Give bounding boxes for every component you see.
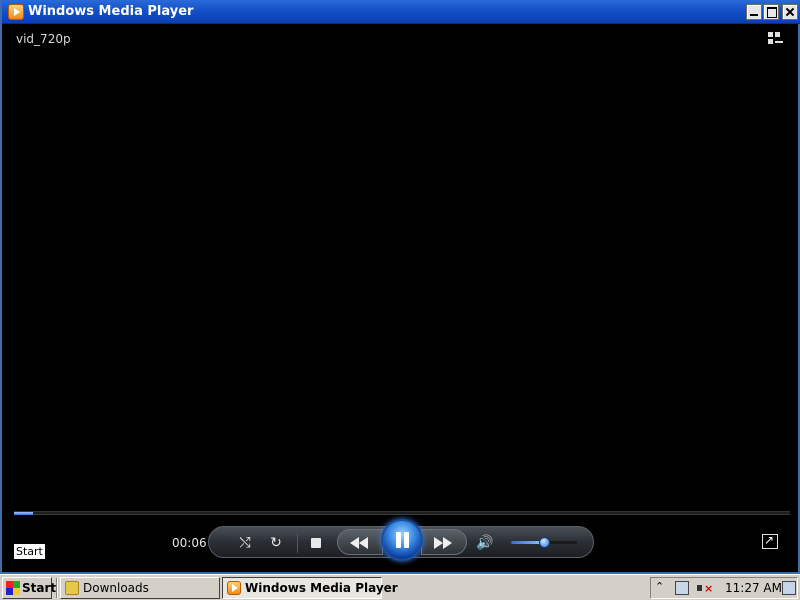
show-hidden-icons-icon[interactable]: ⌃ [655,580,664,593]
volume-knob[interactable] [539,537,550,548]
system-tray: ⌃ 11:27 AM [650,577,798,599]
title-bar[interactable]: Windows Media Player [2,0,800,24]
taskbar-item-label: Downloads [83,581,149,595]
speaker-icon[interactable]: 🔊 [475,531,495,555]
show-desktop-icon[interactable] [782,581,796,595]
stop-button[interactable] [307,531,325,555]
pause-button[interactable] [381,519,423,561]
fullscreen-icon[interactable] [762,533,778,549]
playback-controls: ⤭ ↻ 🔊 [208,519,594,561]
start-button-label: Start [22,581,57,595]
media-player-icon [8,4,24,20]
repeat-icon[interactable]: ↻ [265,531,287,555]
rewind-icon [350,537,359,549]
taskbar-item-label: Windows Media Player [245,581,398,595]
taskbar-item-downloads[interactable]: Downloads [60,577,220,599]
previous-button[interactable] [337,529,383,555]
volume-muted-icon[interactable] [697,581,713,595]
shuffle-icon[interactable]: ⤭ [234,531,256,555]
windows-flag-icon [6,581,20,595]
media-player-icon [227,581,241,595]
close-button[interactable] [782,4,798,20]
clock[interactable]: 11:27 AM [725,581,782,595]
volume-slider[interactable] [511,537,577,548]
pause-icon [396,532,401,548]
seek-progress [14,512,33,515]
taskbar-item-media-player[interactable]: Windows Media Player [222,577,398,599]
next-button[interactable] [421,529,467,555]
elapsed-time: 00:06 [172,536,207,550]
fast-forward-icon [434,537,443,549]
taskbar: Start Downloads Windows Media Player ⌃ 1… [0,574,800,600]
switch-to-library-icon[interactable] [768,32,786,48]
media-player-window: Windows Media Player vid_720p Start 00:0… [0,0,800,574]
folder-icon [65,581,79,595]
divider [297,533,298,553]
window-title: Windows Media Player [28,4,194,19]
maximize-button[interactable] [763,4,779,20]
taskbar-separator [56,578,58,598]
seek-bar[interactable] [14,511,790,515]
video-area[interactable] [2,24,798,506]
video-title: vid_720p [16,32,71,46]
start-tooltip: Start [14,544,45,559]
network-icon[interactable] [675,581,689,595]
start-button[interactable]: Start [2,577,56,599]
minimize-button[interactable] [746,4,762,20]
